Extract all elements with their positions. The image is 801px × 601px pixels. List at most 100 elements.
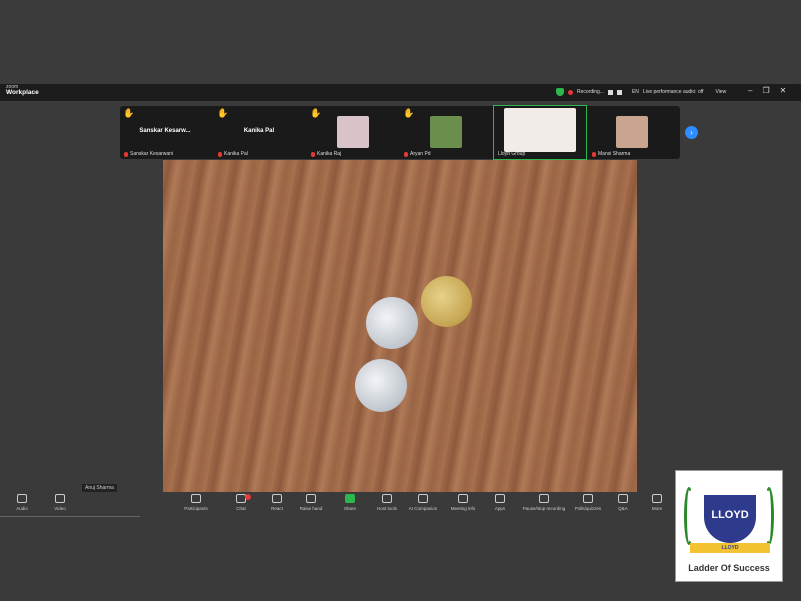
raise-hand-label: Raise hand (299, 506, 323, 511)
more-dots-icon (652, 494, 662, 503)
recording-dot-icon (568, 89, 573, 95)
participant-name: Kanika Pal (224, 151, 248, 157)
participant-tile[interactable]: Mansi Sharma (588, 106, 678, 159)
laurel-left-icon (684, 487, 694, 545)
main-video-feed (163, 160, 637, 492)
video-button[interactable]: Video (40, 494, 80, 511)
raised-hand-icon: ✋ (403, 108, 415, 118)
participant-name: Lloyd Group (498, 151, 526, 157)
raised-hand-icon: ✋ (310, 108, 322, 118)
more-button[interactable]: More (637, 494, 677, 511)
participant-video-thumbnail (616, 116, 648, 148)
info-icon (458, 494, 468, 503)
emblem-text: LLOYD (711, 509, 749, 521)
participant-tile[interactable]: ✋ Kanika Pal Kanika Pal (214, 106, 304, 159)
participant-name: Mansi Sharma (598, 151, 631, 157)
participant-strip: ✋ Sanskar Kesarw... Sanskar Kesarwani ✋ … (120, 105, 680, 160)
recording-indicator: Recording... EN Live performance audio: … (556, 86, 726, 98)
more-label: More (651, 506, 663, 511)
audio-level-bar (0, 516, 140, 517)
apps-icon (495, 494, 505, 503)
mic-muted-icon (592, 151, 596, 157)
apps-button[interactable]: Apps (480, 494, 520, 511)
participant-big-name: Sanskar Kesarw... (139, 128, 191, 134)
mic-muted-icon (124, 151, 128, 157)
ai-companion-button[interactable]: AI Companion (403, 494, 443, 511)
qa-label: Q&A (618, 506, 628, 511)
mic-muted-icon (218, 151, 222, 157)
share-label: Share (343, 506, 356, 511)
participant-name: Sanskar Kesarwani (130, 151, 174, 157)
audio-button[interactable]: Audio (2, 494, 42, 511)
participants-icon (191, 494, 201, 503)
zoom-logo: zoom Workplace (6, 85, 39, 97)
raise-hand-button[interactable]: Raise hand (291, 494, 331, 511)
participant-tile[interactable]: ✋ Kanika Raj (307, 106, 397, 159)
shield-icon[interactable] (556, 88, 564, 96)
heart-icon (272, 494, 282, 503)
participant-name: Kanika Raj (317, 151, 342, 157)
view-button[interactable]: View (715, 89, 726, 95)
host-tools-label: Host tools (376, 506, 397, 511)
meeting-info-button[interactable]: Meeting info (443, 494, 483, 511)
polls-button[interactable]: Polls/quizzes (568, 494, 608, 511)
question-icon (618, 494, 628, 503)
desktop-background (0, 0, 801, 84)
stop-icon[interactable] (616, 89, 622, 95)
participant-video-thumbnail (430, 116, 462, 148)
participant-tile-active-speaker[interactable]: Lloyd Group (493, 105, 587, 160)
logo-name: Workplace (6, 89, 39, 96)
close-icon[interactable]: ✕ (780, 86, 787, 95)
mic-muted-icon (404, 151, 408, 157)
meeting-info-label: Meeting info (450, 506, 476, 511)
hand-icon (306, 494, 316, 503)
react-label: React (271, 506, 283, 511)
shield-icon (382, 494, 392, 503)
poll-chart-icon (583, 494, 593, 503)
apps-label: Apps (494, 506, 506, 511)
coin-image (421, 276, 472, 327)
minimize-icon[interactable]: – (748, 86, 752, 95)
ai-companion-label: AI Companion (408, 506, 438, 511)
participant-video-thumbnail (504, 108, 576, 152)
window-controls: – ❐ ✕ (748, 86, 786, 95)
chat-badge (245, 494, 251, 500)
pause-recording-label: Pause/stop recording (522, 506, 566, 511)
chat-label: Chat (236, 506, 246, 511)
participants-button[interactable]: Participants (176, 494, 216, 511)
shield-emblem: LLOYD (704, 495, 756, 543)
audio-status[interactable]: Live performance audio: off (643, 89, 704, 95)
chat-button[interactable]: Chat (221, 494, 261, 511)
participant-tile[interactable]: ✋ Aryan Pd (400, 106, 490, 159)
raised-hand-icon: ✋ (217, 108, 229, 118)
coin-image (355, 359, 407, 412)
lloyd-watermark-logo: LLOYD LLOYD Ladder Of Success (675, 470, 783, 582)
host-tools-button[interactable]: Host tools (367, 494, 407, 511)
polls-label: Polls/quizzes (574, 506, 602, 511)
pause-icon[interactable] (607, 89, 613, 95)
ribbon: LLOYD (690, 543, 770, 553)
camera-icon (55, 494, 65, 503)
active-speaker-label: Anuj Sharma (82, 484, 117, 492)
microphone-icon (17, 494, 27, 503)
participant-big-name: Kanika Pal (243, 128, 275, 134)
raised-hand-icon: ✋ (123, 108, 135, 118)
coin-image (366, 297, 418, 349)
participant-video-thumbnail (337, 116, 369, 148)
pause-stop-icon (539, 494, 549, 503)
slogan: Ladder Of Success (688, 563, 770, 573)
video-label: Video (54, 506, 66, 511)
pause-recording-button[interactable]: Pause/stop recording (518, 494, 570, 511)
restore-icon[interactable]: ❐ (762, 86, 769, 95)
audio-label: Audio (16, 506, 28, 511)
participant-tile[interactable]: ✋ Sanskar Kesarw... Sanskar Kesarwani (120, 106, 210, 159)
laurel-right-icon (764, 487, 774, 545)
mic-muted-icon (311, 151, 315, 157)
participant-name: Aryan Pd (410, 151, 431, 157)
participants-label: Participants (184, 506, 208, 511)
share-icon (345, 494, 355, 503)
share-button[interactable]: Share (330, 494, 370, 511)
language-label[interactable]: EN (632, 89, 639, 95)
next-page-icon[interactable]: › (685, 126, 698, 139)
sparkle-icon (418, 494, 428, 503)
